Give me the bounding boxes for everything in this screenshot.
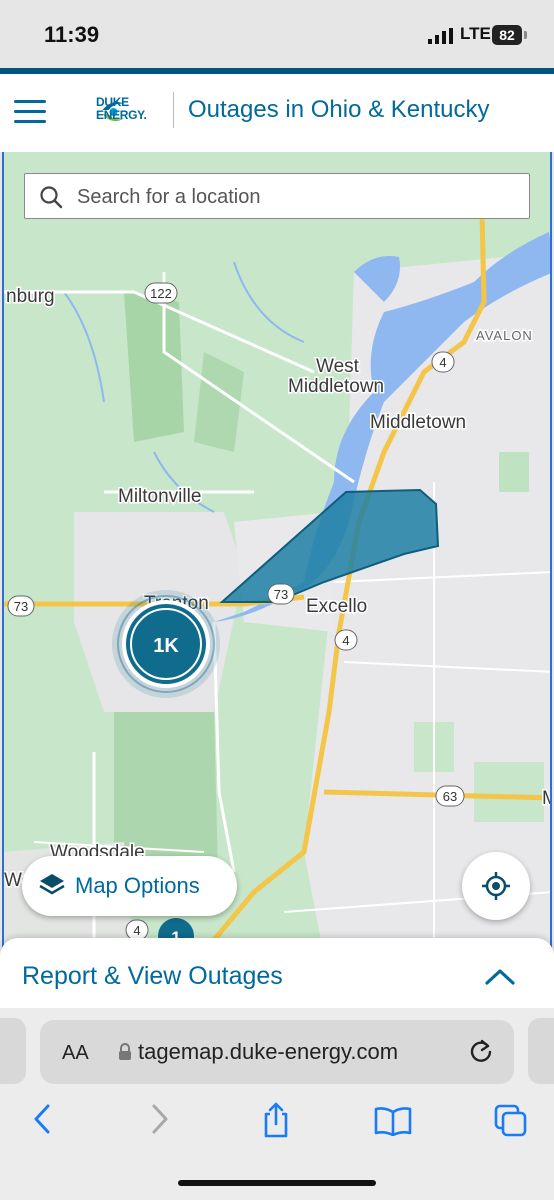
status-bar: 11:39 LTE 82 — [0, 0, 554, 68]
share-icon[interactable] — [260, 1102, 292, 1138]
route-shield-63: 63 — [435, 785, 465, 807]
route-shield-4-south: 4 — [334, 629, 358, 651]
page-title: Outages in Ohio & Kentucky — [188, 96, 490, 123]
reader-settings-button[interactable]: AA — [62, 1042, 89, 1065]
forward-icon[interactable] — [148, 1102, 172, 1136]
search-input[interactable]: Search for a location — [24, 173, 530, 219]
svg-text:122: 122 — [150, 286, 172, 301]
battery-icon: 82 — [492, 25, 522, 45]
crosshair-icon — [482, 872, 510, 900]
svg-text:4: 4 — [439, 355, 446, 370]
place-label: Middletown — [288, 376, 384, 397]
cluster-count: 1K — [153, 635, 179, 657]
svg-text:73: 73 — [14, 599, 28, 614]
route-shield-4-north: 4 — [431, 351, 455, 373]
header-divider — [173, 92, 174, 128]
tabs-icon[interactable] — [494, 1104, 528, 1138]
report-panel-label: Report & View Outages — [22, 962, 283, 990]
place-label: nburg — [6, 286, 55, 307]
battery-tip — [524, 31, 527, 39]
place-label: Miltonville — [118, 486, 201, 507]
map-options-label: Map Options — [75, 873, 200, 898]
svg-text:4: 4 — [133, 923, 140, 938]
next-tab-preview[interactable] — [528, 1018, 554, 1084]
layers-icon — [39, 874, 65, 895]
signal-icon — [428, 28, 453, 44]
url-text[interactable]: tagemap.duke-energy.com — [138, 1039, 398, 1065]
search-placeholder: Search for a location — [77, 186, 261, 208]
route-shield-73-west: 73 — [7, 595, 35, 617]
map-options-button[interactable]: Map Options — [22, 856, 237, 916]
bookmarks-icon[interactable] — [374, 1106, 412, 1136]
route-shield-122: 122 — [144, 282, 178, 304]
logo-line-2: ENERGY. — [96, 108, 147, 122]
reload-icon[interactable] — [468, 1038, 494, 1064]
previous-tab-preview[interactable] — [0, 1018, 26, 1084]
network-type: LTE — [460, 24, 491, 43]
place-label: AVALON — [476, 328, 533, 343]
outage-cluster-1k[interactable]: 1K — [112, 590, 220, 698]
svg-text:63: 63 — [443, 789, 457, 804]
status-time: 11:39 — [44, 22, 100, 47]
place-label: West — [316, 356, 360, 377]
home-indicator — [178, 1180, 376, 1186]
menu-icon[interactable] — [14, 100, 46, 126]
locate-me-button[interactable] — [462, 852, 530, 920]
place-label: M — [542, 788, 552, 809]
route-shield-4-southwest: 4 — [125, 919, 149, 941]
lock-icon — [119, 1043, 131, 1060]
svg-text:4: 4 — [342, 633, 349, 648]
report-view-outages-panel[interactable]: Report & View Outages — [0, 938, 554, 1008]
back-icon[interactable] — [30, 1102, 54, 1136]
place-label: Middletown — [370, 412, 466, 433]
chevron-up-icon[interactable] — [484, 966, 516, 986]
svg-text:73: 73 — [274, 587, 288, 602]
place-label: Excello — [306, 596, 367, 617]
search-icon — [40, 186, 63, 209]
route-shield-73-east: 73 — [267, 583, 295, 605]
logo-wordmark: DUKE ENERGY. — [96, 96, 147, 122]
